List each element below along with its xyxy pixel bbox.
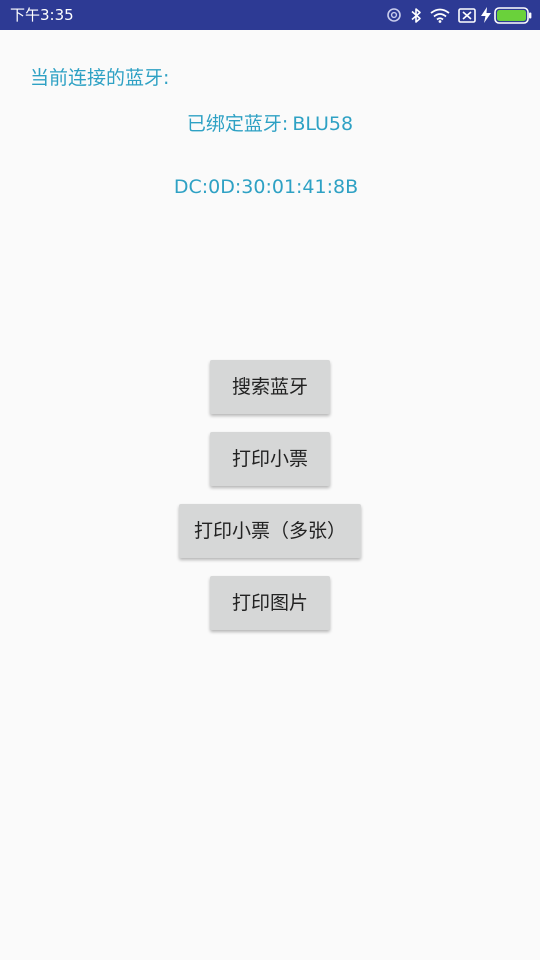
bluetooth-icon <box>410 7 422 24</box>
status-icons <box>378 4 532 26</box>
bound-device-line: 已绑定蓝牙: BLU58 <box>0 111 540 137</box>
print-image-button[interactable]: 打印图片 <box>210 576 330 630</box>
charging-icon <box>481 7 491 23</box>
current-connection-label: 当前连接的蓝牙: <box>30 67 170 89</box>
print-ticket-button[interactable]: 打印小票 <box>210 432 330 486</box>
alarm-icon <box>386 7 402 23</box>
main-content: 当前连接的蓝牙: 已绑定蓝牙: BLU58 DC:0D:30:01:41:8B 搜… <box>0 30 540 960</box>
bound-device-name: BLU58 <box>292 113 354 135</box>
print-multiple-tickets-button[interactable]: 打印小票（多张） <box>179 504 361 558</box>
battery-icon <box>494 6 532 24</box>
no-sim-icon <box>458 7 476 23</box>
status-bar: 下午3:35 <box>0 0 540 30</box>
search-bluetooth-button[interactable]: 搜索蓝牙 <box>210 360 330 414</box>
device-mac-address: DC:0D:30:01:41:8B <box>173 176 359 198</box>
status-time: 下午3:35 <box>10 6 74 24</box>
bound-device-label: 已绑定蓝牙: <box>186 113 289 135</box>
wifi-icon <box>430 8 450 23</box>
